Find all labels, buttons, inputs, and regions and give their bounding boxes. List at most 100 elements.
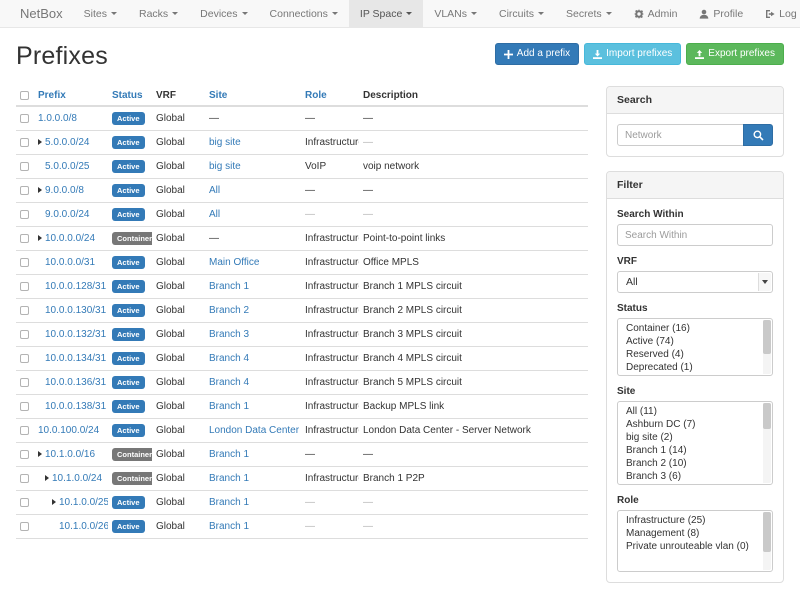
listbox-option[interactable]: Management (8) — [618, 527, 772, 540]
search-within-input[interactable] — [617, 224, 773, 246]
prefix-link[interactable]: 9.0.0.0/8 — [45, 185, 84, 196]
site-listbox[interactable]: All (11)Ashburn DC (7)big site (2)Branch… — [617, 401, 773, 485]
row-checkbox[interactable] — [20, 114, 29, 123]
vrf-select[interactable]: All — [617, 271, 773, 293]
row-checkbox[interactable] — [20, 138, 29, 147]
row-checkbox[interactable] — [20, 330, 29, 339]
site-link[interactable]: Branch 1 — [209, 521, 249, 532]
row-checkbox[interactable] — [20, 522, 29, 531]
site-link[interactable]: All — [209, 209, 220, 220]
row-checkbox[interactable] — [20, 354, 29, 363]
prefix-link[interactable]: 10.1.0.0/16 — [45, 449, 95, 460]
listbox-option[interactable]: Active (74) — [618, 335, 772, 348]
row-checkbox[interactable] — [20, 450, 29, 459]
column-header-role[interactable]: Role — [305, 90, 327, 101]
prefix-link[interactable]: 10.1.0.0/24 — [52, 473, 102, 484]
prefix-link[interactable]: 10.0.100.0/24 — [38, 425, 99, 436]
scrollbar[interactable] — [763, 403, 771, 483]
expand-caret-icon[interactable] — [52, 499, 56, 505]
row-checkbox[interactable] — [20, 378, 29, 387]
nav-item-connections[interactable]: Connections — [259, 0, 349, 27]
import-prefixes-button[interactable]: Import prefixes — [584, 43, 681, 65]
nav-item-vlans[interactable]: VLANs — [423, 0, 488, 27]
site-link[interactable]: Branch 1 — [209, 497, 249, 508]
row-checkbox[interactable] — [20, 258, 29, 267]
nav-item-devices[interactable]: Devices — [189, 0, 258, 27]
prefix-link[interactable]: 10.0.0.0/31 — [45, 257, 95, 268]
row-checkbox[interactable] — [20, 210, 29, 219]
expand-caret-icon[interactable] — [38, 451, 42, 457]
column-header-site[interactable]: Site — [209, 90, 227, 101]
listbox-option[interactable]: All (11) — [618, 405, 772, 418]
listbox-option[interactable]: Deprecated (1) — [618, 361, 772, 374]
listbox-option[interactable]: big site (2) — [618, 431, 772, 444]
listbox-option[interactable]: Branch 3 (6) — [618, 470, 772, 483]
scrollbar-thumb[interactable] — [763, 512, 771, 552]
site-link[interactable]: Branch 4 — [209, 353, 249, 364]
site-link[interactable]: Branch 4 — [209, 377, 249, 388]
nav-item-admin[interactable]: Admin — [623, 0, 689, 27]
site-link[interactable]: Branch 3 — [209, 329, 249, 340]
nav-item-secrets[interactable]: Secrets — [555, 0, 623, 27]
row-checkbox[interactable] — [20, 186, 29, 195]
prefix-link[interactable]: 10.0.0.136/31 — [45, 377, 106, 388]
expand-caret-icon[interactable] — [38, 235, 42, 241]
nav-item-circuits[interactable]: Circuits — [488, 0, 555, 27]
nav-item-profile[interactable]: Profile — [688, 0, 754, 27]
nav-item-racks[interactable]: Racks — [128, 0, 189, 27]
site-link[interactable]: Branch 1 — [209, 281, 249, 292]
row-checkbox[interactable] — [20, 498, 29, 507]
listbox-option[interactable]: Ashburn DC (7) — [618, 418, 772, 431]
prefix-link[interactable]: 9.0.0.0/24 — [45, 209, 89, 220]
brand[interactable]: NetBox — [10, 0, 73, 27]
site-link[interactable]: Main Office — [209, 257, 259, 268]
prefix-link[interactable]: 10.0.0.128/31 — [45, 281, 106, 292]
row-checkbox[interactable] — [20, 162, 29, 171]
scrollbar[interactable] — [763, 512, 771, 570]
listbox-option[interactable]: Branch 2 (10) — [618, 457, 772, 470]
role-listbox[interactable]: Infrastructure (25)Management (8)Private… — [617, 510, 773, 572]
expand-caret-icon[interactable] — [38, 139, 42, 145]
site-link[interactable]: Branch 1 — [209, 473, 249, 484]
row-checkbox[interactable] — [20, 474, 29, 483]
scrollbar[interactable] — [763, 320, 771, 374]
prefix-link[interactable]: 10.0.0.0/24 — [45, 233, 95, 244]
prefix-link[interactable]: 5.0.0.0/25 — [45, 161, 89, 172]
listbox-option[interactable]: Private unrouteable vlan (0) — [618, 540, 772, 553]
row-checkbox[interactable] — [20, 426, 29, 435]
prefix-link[interactable]: 5.0.0.0/24 — [45, 137, 89, 148]
listbox-option[interactable]: Reserved (4) — [618, 348, 772, 361]
export-prefixes-button[interactable]: Export prefixes — [686, 43, 784, 65]
search-input[interactable] — [617, 124, 744, 146]
nav-item-log-out[interactable]: Log out — [754, 0, 800, 27]
column-header-prefix[interactable]: Prefix — [38, 90, 66, 101]
nav-item-ip-space[interactable]: IP Space — [349, 0, 423, 27]
row-checkbox[interactable] — [20, 306, 29, 315]
column-header-status[interactable]: Status — [112, 90, 143, 101]
prefix-link[interactable]: 10.0.0.130/31 — [45, 305, 106, 316]
listbox-option[interactable]: Branch 1 (14) — [618, 444, 772, 457]
prefix-link[interactable]: 10.1.0.0/25 — [59, 497, 108, 508]
site-link[interactable]: big site — [209, 137, 241, 148]
status-listbox[interactable]: Container (16)Active (74)Reserved (4)Dep… — [617, 318, 773, 376]
add-prefix-button[interactable]: Add a prefix — [495, 43, 579, 65]
site-link[interactable]: All — [209, 185, 220, 196]
site-link[interactable]: big site — [209, 161, 241, 172]
row-checkbox[interactable] — [20, 282, 29, 291]
site-link[interactable]: Branch 1 — [209, 401, 249, 412]
expand-caret-icon[interactable] — [45, 475, 49, 481]
prefix-link[interactable]: 10.1.0.0/26 — [59, 521, 108, 532]
listbox-option[interactable]: Container (16) — [618, 322, 772, 335]
prefix-link[interactable]: 1.0.0.0/8 — [38, 113, 77, 124]
scrollbar-thumb[interactable] — [763, 320, 771, 354]
site-link[interactable]: London Data Center — [209, 425, 299, 436]
row-checkbox[interactable] — [20, 234, 29, 243]
prefix-link[interactable]: 10.0.0.132/31 — [45, 329, 106, 340]
prefix-link[interactable]: 10.0.0.134/31 — [45, 353, 106, 364]
search-button[interactable] — [743, 124, 773, 146]
site-link[interactable]: Branch 2 — [209, 305, 249, 316]
site-link[interactable]: Branch 1 — [209, 449, 249, 460]
scrollbar-thumb[interactable] — [763, 403, 771, 429]
row-checkbox[interactable] — [20, 402, 29, 411]
select-all-checkbox[interactable] — [20, 91, 29, 100]
